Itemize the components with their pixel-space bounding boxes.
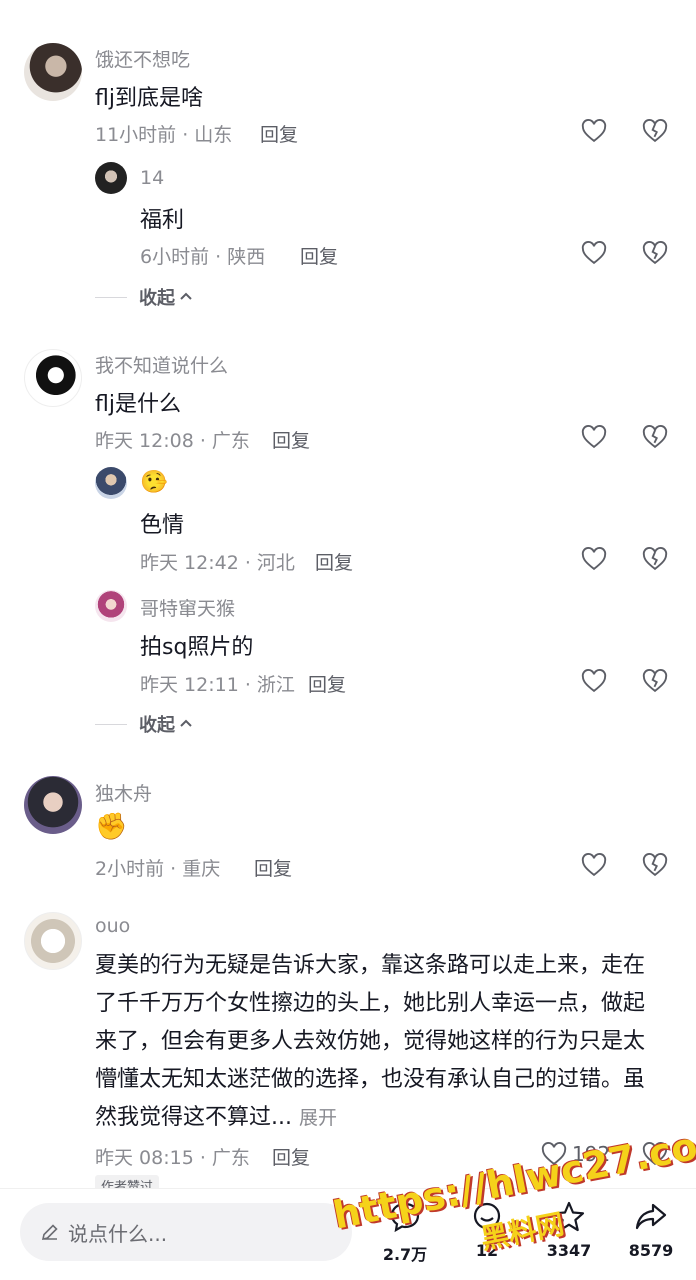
reply-username[interactable]: 14 [140, 167, 164, 189]
collapse-replies-button[interactable]: 收起 [95, 285, 193, 309]
reply-button[interactable]: 回复 [315, 548, 353, 575]
collapse-label: 收起 [139, 715, 175, 736]
reply-button[interactable]: 回复 [260, 120, 298, 147]
avatar[interactable] [24, 912, 82, 970]
like-icon[interactable] [580, 239, 608, 267]
comment-text: flj到底是啥 [95, 86, 203, 111]
like-icon[interactable] [580, 423, 608, 451]
dislike-icon[interactable] [641, 667, 669, 695]
comment-text-body: 夏美的行为无疑是告诉大家，靠这条路可以走上来，走在了千千万万个女性擦边的头上，她… [95, 953, 646, 1130]
like-icon[interactable] [580, 545, 608, 573]
comment-meta: 昨天 08:15 · 广东 [95, 1147, 250, 1169]
comment-input[interactable]: 说点什么... [20, 1203, 352, 1261]
reply-button[interactable]: 回复 [308, 670, 346, 697]
share-count: 8579 [628, 1241, 674, 1260]
chevron-up-icon [180, 719, 192, 727]
pencil-icon [41, 1224, 58, 1241]
reply-button[interactable]: 回复 [272, 1143, 310, 1170]
avatar[interactable] [24, 776, 82, 834]
dislike-icon[interactable] [641, 545, 669, 573]
comment-username[interactable]: ouo [95, 915, 130, 937]
comment-username[interactable]: 我不知道说什么 [95, 351, 228, 378]
collapse-replies-button[interactable]: 收起 [95, 712, 193, 736]
comment-meta: 2小时前 · 重庆 [95, 858, 221, 880]
reply-meta: 昨天 12:11 · 浙江 [140, 674, 295, 696]
comment-text: flj是什么 [95, 392, 181, 417]
reply-meta: 昨天 12:42 · 河北 [140, 552, 295, 574]
like-icon[interactable] [580, 851, 608, 879]
comment-text: 夏美的行为无疑是告诉大家，靠这条路可以走上来，走在了千千万万个女性擦边的头上，她… [95, 947, 665, 1137]
reply-text: 福利 [140, 208, 185, 233]
comment-count: 2.7万 [382, 1245, 428, 1264]
comment-username[interactable]: 饿还不想吃 [95, 45, 190, 72]
avatar[interactable] [95, 590, 127, 622]
like-icon[interactable] [580, 117, 608, 145]
avatar[interactable] [95, 162, 127, 194]
dislike-icon[interactable] [641, 239, 669, 267]
reply-text: 拍sq照片的 [140, 635, 254, 660]
chevron-up-icon [180, 292, 192, 300]
divider [95, 723, 127, 725]
share-action[interactable]: 8579 [616, 1199, 686, 1260]
dislike-icon[interactable] [641, 117, 669, 145]
divider [95, 296, 127, 298]
avatar[interactable] [95, 467, 127, 499]
expand-button[interactable]: 展开 [299, 1107, 337, 1129]
share-icon [635, 1203, 667, 1230]
reply-meta: 6小时前 · 陕西 [140, 246, 266, 268]
comment-meta: 11小时前 · 山东 [95, 124, 233, 146]
reply-button[interactable]: 回复 [254, 854, 292, 881]
like-icon[interactable] [580, 667, 608, 695]
comment-text: ✊ [95, 812, 128, 842]
reply-button[interactable]: 回复 [272, 426, 310, 453]
comment-meta: 昨天 12:08 · 广东 [95, 430, 250, 452]
collapse-label: 收起 [139, 288, 175, 309]
avatar[interactable] [24, 43, 82, 101]
reply-text: 色情 [140, 513, 185, 538]
dislike-icon[interactable] [641, 423, 669, 451]
reply-username[interactable]: 哥特窜天猴 [140, 594, 235, 621]
avatar[interactable] [24, 349, 82, 407]
comment-username[interactable]: 独木舟 [95, 779, 152, 806]
reply-username[interactable]: 🤥 [140, 470, 167, 495]
reply-button[interactable]: 回复 [300, 242, 338, 269]
comment-input-placeholder: 说点什么... [68, 1221, 168, 1246]
dislike-icon[interactable] [641, 851, 669, 879]
